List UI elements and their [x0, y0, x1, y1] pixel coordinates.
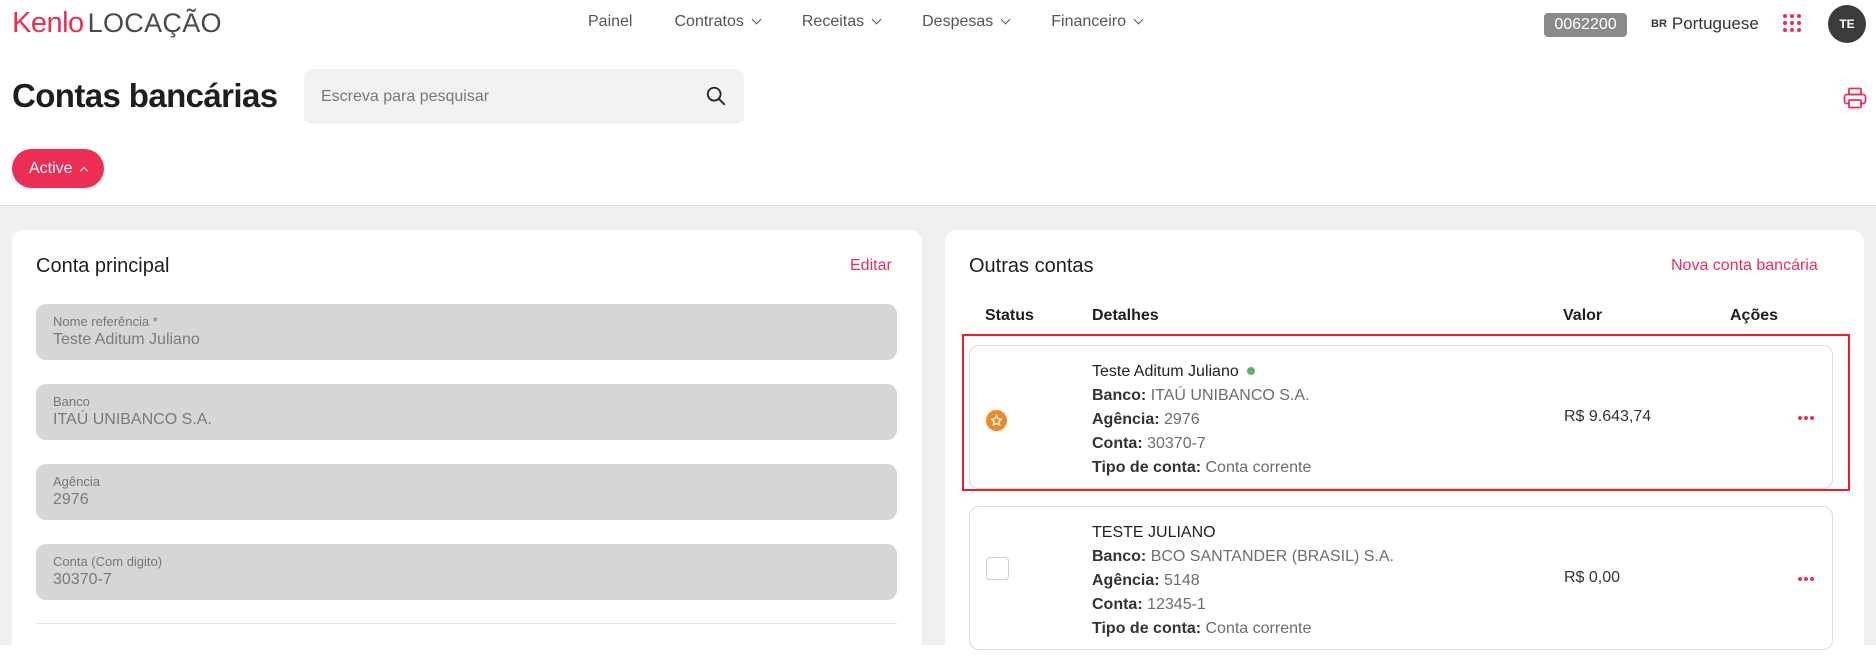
search-icon[interactable]: [705, 85, 727, 107]
top-navbar: Kenlo LOCAÇÃO Painel Contratos Receitas …: [0, 0, 1876, 48]
account-type-line: Tipo de conta: Conta corrente: [1092, 617, 1394, 641]
bank-label: Banco:: [1092, 387, 1147, 404]
account-value: 30370-7: [1147, 435, 1206, 452]
bank-field[interactable]: Banco ITAÚ UNIBANCO S.A.: [36, 384, 897, 440]
account-name: Teste Aditum Juliano: [1092, 363, 1239, 380]
column-actions: Ações: [1730, 307, 1779, 324]
agency-value: 5148: [1164, 572, 1200, 589]
nav-painel[interactable]: Painel: [588, 13, 632, 31]
more-actions-icon[interactable]: [1794, 573, 1820, 585]
agency-line: Agência: 2976: [1092, 408, 1311, 432]
agency-label: Agência:: [1092, 572, 1160, 589]
account-code-badge: 0062200: [1544, 13, 1627, 37]
main-account-title: Conta principal: [36, 255, 170, 277]
chevron-down-icon: [1000, 14, 1011, 25]
nav-receitas-label: Receitas: [801, 13, 865, 30]
chevron-down-icon: [871, 14, 882, 25]
account-line: Conta: 12345-1: [1092, 593, 1394, 617]
chevron-down-icon: [1133, 14, 1144, 25]
main-account-card: Conta principal Editar Nome referência *…: [12, 230, 922, 660]
account-value: 12345-1: [1147, 596, 1206, 613]
status-checkbox[interactable]: [986, 557, 1009, 580]
user-avatar[interactable]: TE: [1828, 5, 1866, 43]
bank-line: Banco: ITAÚ UNIBANCO S.A.: [1092, 384, 1311, 408]
other-accounts-title: Outras contas: [969, 255, 1094, 277]
table-row[interactable]: TESTE JULIANO Banco: BCO SANTANDER (BRAS…: [969, 506, 1833, 650]
account-type-value: Conta corrente: [1205, 459, 1312, 476]
edit-button[interactable]: Editar: [850, 257, 892, 275]
chevron-down-icon: [751, 14, 762, 25]
more-actions-icon[interactable]: [1794, 412, 1820, 424]
bank-label: Banco:: [1092, 548, 1147, 565]
account-label: Conta:: [1092, 435, 1143, 452]
field-value: Teste Aditum Juliano: [53, 331, 200, 348]
nav-despesas[interactable]: Despesas: [922, 13, 1011, 31]
nav-receitas[interactable]: Receitas: [801, 13, 882, 31]
field-value: ITAÚ UNIBANCO S.A.: [53, 411, 212, 428]
reference-name-field[interactable]: Nome referência * Teste Aditum Juliano: [36, 304, 897, 360]
column-details: Detalhes: [1092, 307, 1159, 324]
search-input[interactable]: [304, 69, 684, 124]
agency-label: Agência:: [1092, 411, 1160, 428]
language-selector[interactable]: BR Portuguese: [1651, 14, 1759, 34]
agency-value: 2976: [1164, 411, 1200, 428]
search-box: [304, 69, 744, 124]
other-accounts-card: Outras contas Nova conta bancária Status…: [945, 230, 1864, 660]
brazil-flag-icon: BR: [1651, 18, 1667, 30]
active-status-dot: [1246, 367, 1255, 375]
apps-grid-icon[interactable]: [1783, 14, 1801, 32]
new-bank-account-button[interactable]: Nova conta bancária: [1671, 257, 1818, 275]
printer-icon[interactable]: [1843, 87, 1867, 109]
field-value: 30370-7: [53, 571, 112, 588]
page-title: Contas bancárias: [12, 77, 278, 114]
nav-contratos-label: Contratos: [674, 13, 744, 30]
divider: [36, 623, 897, 624]
account-balance: R$ 0,00: [1564, 569, 1621, 586]
nav-contratos[interactable]: Contratos: [674, 13, 762, 31]
column-value: Valor: [1563, 307, 1603, 324]
nav-financeiro-label: Financeiro: [1051, 13, 1126, 30]
nav-financeiro[interactable]: Financeiro: [1051, 13, 1144, 31]
status-filter-button[interactable]: Active: [12, 149, 104, 188]
main-menu: Painel Contratos Receitas Despesas Finan…: [588, 13, 1184, 31]
field-label: Agência: [53, 474, 100, 489]
column-status: Status: [985, 307, 1034, 324]
bank-line: Banco: BCO SANTANDER (BRASIL) S.A.: [1092, 545, 1394, 569]
nav-painel-label: Painel: [588, 13, 633, 30]
account-name-line: TESTE JULIANO: [1092, 521, 1394, 545]
logo-product: LOCAÇÃO: [87, 8, 222, 38]
account-details: TESTE JULIANO Banco: BCO SANTANDER (BRAS…: [1092, 521, 1394, 641]
account-type-value: Conta corrente: [1205, 620, 1312, 637]
account-label: Conta:: [1092, 596, 1143, 613]
bank-value: ITAÚ UNIBANCO S.A.: [1150, 387, 1310, 404]
chevron-up-icon: [79, 166, 88, 175]
account-line: Conta: 30370-7: [1092, 432, 1311, 456]
field-value: 2976: [53, 491, 89, 508]
language-label: Portuguese: [1671, 14, 1759, 33]
account-name-line: Teste Aditum Juliano: [1092, 360, 1311, 384]
agency-field[interactable]: Agência 2976: [36, 464, 897, 520]
bank-value: BCO SANTANDER (BRASIL) S.A.: [1150, 548, 1394, 565]
field-label: Conta (Com digito): [53, 554, 163, 569]
account-type-line: Tipo de conta: Conta corrente: [1092, 456, 1311, 480]
nav-despesas-label: Despesas: [922, 13, 994, 30]
account-balance: R$ 9.643,74: [1564, 408, 1652, 425]
star-icon[interactable]: [986, 410, 1007, 431]
agency-line: Agência: 5148: [1092, 569, 1394, 593]
field-label: Nome referência *: [53, 314, 158, 329]
field-label: Banco: [53, 394, 90, 409]
app-logo[interactable]: Kenlo LOCAÇÃO: [12, 7, 222, 40]
status-filter-label: Active: [29, 159, 73, 177]
account-details: Teste Aditum Juliano Banco: ITAÚ UNIBANC…: [1092, 360, 1311, 480]
table-row[interactable]: Teste Aditum Juliano Banco: ITAÚ UNIBANC…: [969, 345, 1833, 489]
logo-brand: Kenlo: [12, 7, 84, 39]
account-field[interactable]: Conta (Com digito) 30370-7: [36, 544, 897, 600]
account-type-label: Tipo de conta:: [1092, 620, 1202, 637]
account-type-label: Tipo de conta:: [1092, 459, 1202, 476]
account-name: TESTE JULIANO: [1092, 524, 1216, 541]
